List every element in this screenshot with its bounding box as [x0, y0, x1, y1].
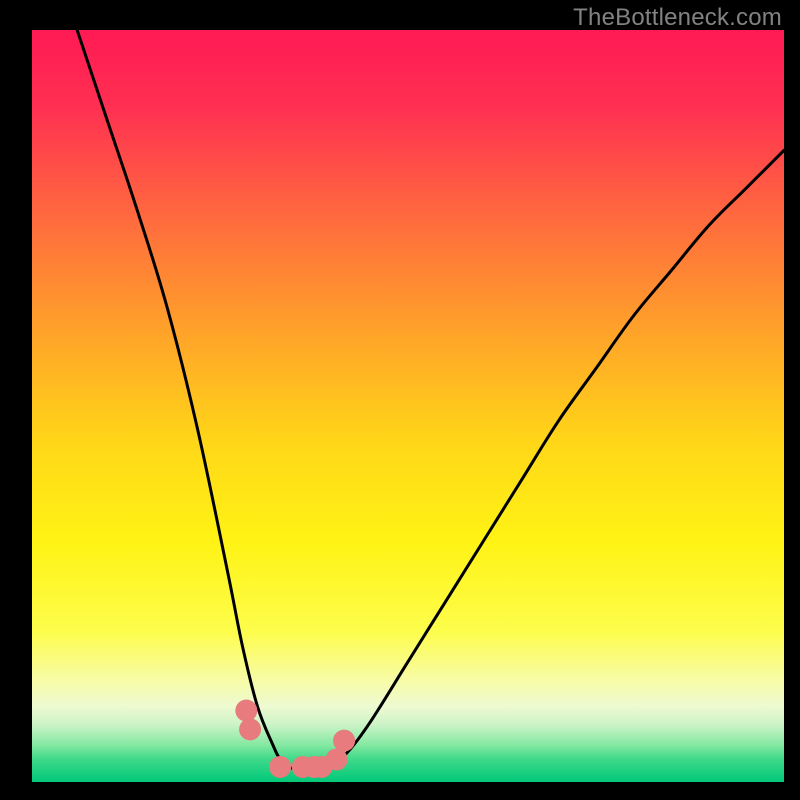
- marker-point: [235, 700, 257, 722]
- bottleneck-curve: [77, 30, 784, 769]
- marker-group: [235, 700, 355, 778]
- marker-point: [326, 748, 348, 770]
- marker-point: [269, 756, 291, 778]
- chart-svg: [32, 30, 784, 782]
- watermark-label: TheBottleneck.com: [573, 4, 782, 32]
- marker-point: [333, 730, 355, 752]
- marker-point: [239, 718, 261, 740]
- plot-area: [32, 30, 784, 782]
- chart-frame: TheBottleneck.com: [0, 0, 800, 800]
